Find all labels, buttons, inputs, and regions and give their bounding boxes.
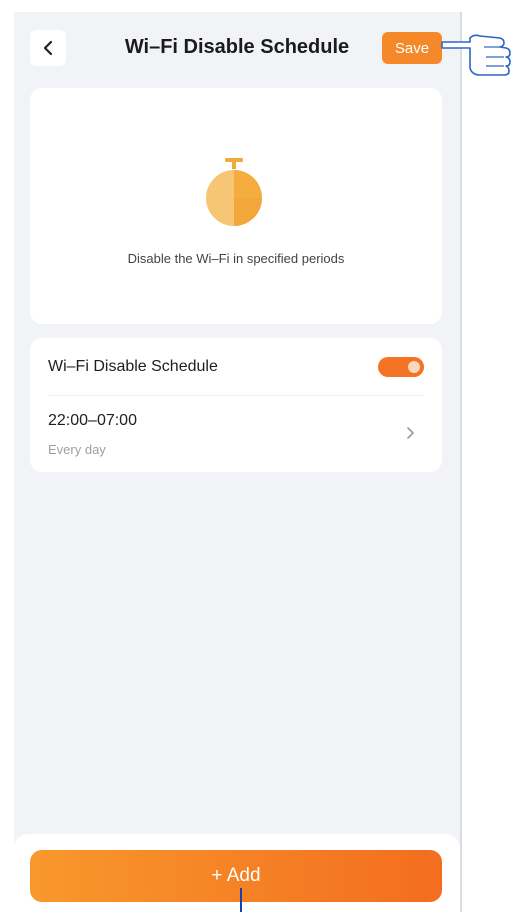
bottom-bar: + Add — [14, 834, 460, 912]
toggle-knob — [408, 361, 420, 373]
stopwatch-icon — [206, 158, 262, 226]
pointing-hand-icon — [441, 34, 511, 76]
top-bar: Wi–Fi Disable Schedule Save — [14, 12, 460, 82]
page: Wi–Fi Disable Schedule Save Disable the … — [0, 0, 520, 912]
schedule-toggle-row: Wi–Fi Disable Schedule — [30, 338, 442, 396]
schedule-toggle-label: Wi–Fi Disable Schedule — [48, 358, 218, 375]
schedule-list-item[interactable]: 22:00–07:00 Every day — [30, 396, 442, 472]
illustration-card: Disable the Wi–Fi in specified periods — [30, 88, 442, 324]
app-screen: Wi–Fi Disable Schedule Save Disable the … — [14, 12, 462, 912]
chevron-right-icon — [407, 427, 414, 439]
back-button[interactable] — [30, 30, 66, 66]
page-title: Wi–Fi Disable Schedule — [124, 36, 350, 58]
schedule-repeat: Every day — [48, 442, 106, 457]
chevron-left-icon — [43, 40, 53, 56]
schedule-settings-card: Wi–Fi Disable Schedule 22:00–07:00 Every… — [30, 338, 442, 472]
annotation-marker — [240, 888, 242, 912]
add-schedule-button[interactable]: + Add — [30, 850, 442, 902]
schedule-time: 22:00–07:00 — [48, 412, 137, 429]
save-button[interactable]: Save — [382, 32, 442, 64]
schedule-toggle-switch[interactable] — [378, 357, 424, 377]
illustration-description: Disable the Wi–Fi in specified periods — [127, 251, 345, 266]
